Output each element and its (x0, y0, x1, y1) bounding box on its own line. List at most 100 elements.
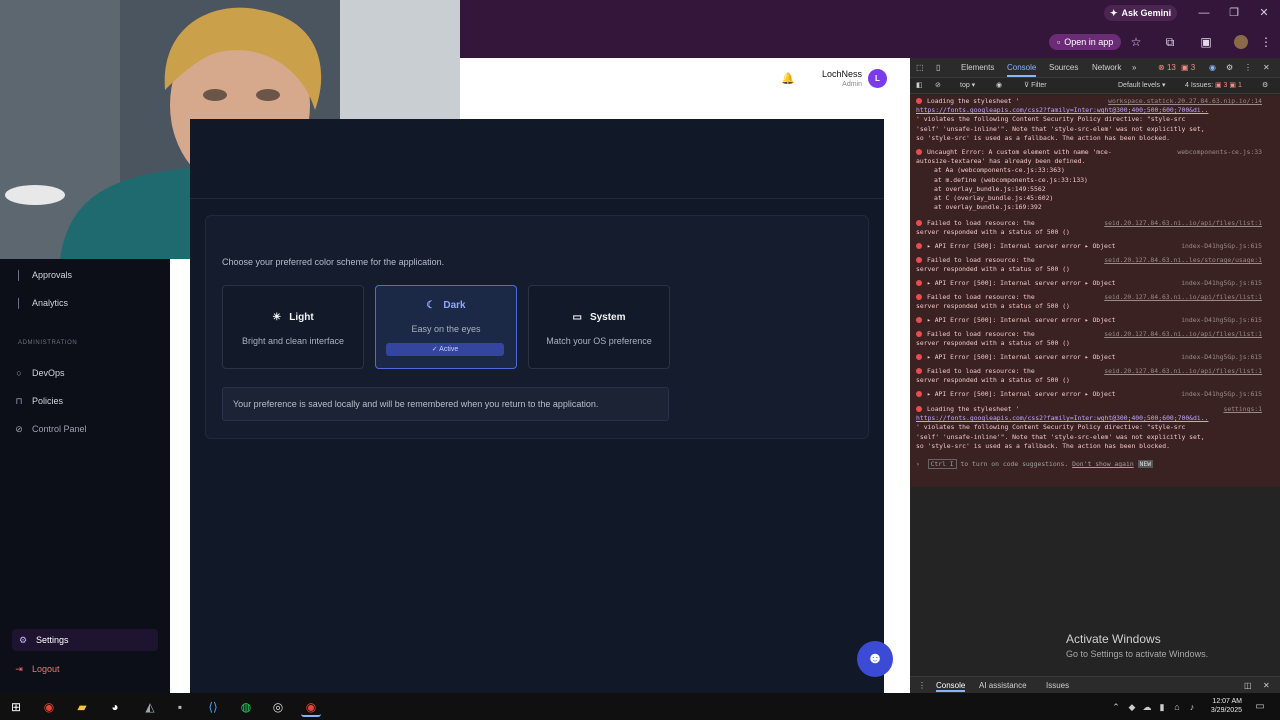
console-prompt[interactable]: › Ctrl I to turn on code suggestions. Do… (916, 459, 1154, 469)
logout-label: Logout (32, 664, 60, 674)
log-source-link[interactable]: index-D41hg5Gp.js:615 (1181, 390, 1262, 399)
app-icon[interactable]: ▪ (170, 697, 190, 717)
divider (190, 198, 884, 199)
log-source-link[interactable]: index-D41hg5Gp.js:615 (1181, 316, 1262, 325)
warning-count: 3 (1190, 63, 1196, 72)
log-source-link[interactable]: settings:1 (1224, 405, 1262, 414)
sidebar-toggle-icon[interactable]: ◧ (916, 81, 923, 89)
log-source-link[interactable]: index-D41hg5Gp.js:615 (1181, 242, 1262, 251)
extensions-icon[interactable]: ⧉ (1163, 35, 1177, 49)
vscode-icon[interactable]: ⟨⟩ (203, 697, 223, 717)
close-devtools-icon[interactable]: ✕ (1263, 63, 1270, 72)
obs-icon[interactable]: ◎ (268, 697, 288, 717)
log-source-link[interactable]: index-D41hg5Gp.js:615 (1181, 353, 1262, 362)
context-select[interactable]: top ▾ (960, 81, 975, 89)
theme-option-title: ☾ Dark (376, 300, 516, 311)
star-icon[interactable]: ☆ (1129, 35, 1143, 49)
sidepanel-icon[interactable]: ▣ (1199, 35, 1213, 49)
theme-option-subtitle: Bright and clean interface (241, 336, 345, 346)
sidebar-item-policies[interactable]: ⊓ Policies (14, 390, 63, 412)
ask-gemini-button[interactable]: ✦ Ask Gemini (1104, 5, 1178, 21)
system-clock[interactable]: 12:07 AM 3/29/2025 (1202, 697, 1242, 715)
more-options-icon[interactable]: ⋮ (1244, 63, 1252, 72)
theme-option-dark[interactable]: ☾ Dark Easy on the eyes (375, 285, 517, 369)
log-url[interactable]: https://fonts.googleapis.com/css2?family… (916, 414, 1262, 423)
log-text: ▸ API Error [500]: Internal server error… (927, 390, 1116, 398)
issues-errors: 3 (1223, 82, 1228, 89)
inspect-icon[interactable]: ⬚ (916, 63, 924, 72)
console-entry[interactable]: ▸ API Error [500]: Internal server error… (916, 390, 1262, 399)
file-explorer-icon[interactable]: ▰ (72, 697, 92, 717)
issues-label: 4 Issues: (1185, 82, 1215, 89)
restore-icon[interactable]: ❐ (1227, 6, 1241, 20)
volume-icon[interactable]: ♪ (1182, 697, 1202, 717)
page-background (460, 101, 910, 119)
log-source-link[interactable]: seid.20.127.84.63.ni..io/api/files/list:… (1104, 219, 1262, 228)
warning-counter[interactable]: ▣ 3 (1181, 63, 1195, 72)
settings-icon[interactable]: ⚙ (1226, 63, 1233, 72)
chrome-icon[interactable]: ◉ (39, 697, 59, 717)
log-source-link[interactable]: seid.20.127.84.63.ni..io/api/files/list:… (1104, 330, 1262, 339)
moon-icon: ☾ (426, 300, 436, 311)
logout-button[interactable]: ⇥ Logout (14, 658, 60, 680)
assistant-bot-button[interactable]: ☻ (857, 641, 893, 677)
log-text: server responded with a status of 500 () (916, 228, 1070, 237)
log-source-link[interactable]: seid.20.127.84.63.ni..io/api/files/list:… (1104, 293, 1262, 302)
bell-icon[interactable]: 🔔 (781, 72, 795, 85)
more-tabs-icon[interactable]: » (1132, 63, 1136, 72)
ai-icon[interactable]: ◉ (1209, 63, 1216, 72)
theme-option-system[interactable]: ▭ System Match your OS preference (528, 285, 670, 369)
theme-option-light[interactable]: ☀ Light Bright and clean interface (222, 285, 364, 369)
log-source-link[interactable]: seid.20.127.84.63.ni..io/api/files/list:… (1104, 367, 1262, 376)
error-counter[interactable]: ⊗ 13 (1158, 63, 1176, 72)
menu-dots-icon[interactable]: ⋮ (1259, 35, 1273, 49)
device-toggle-icon[interactable]: ▯ (936, 63, 940, 72)
stack-line: at overlay_bundle.js:169:392 (934, 203, 1042, 212)
sidebar-item-control-panel[interactable]: ⊘ Control Panel (14, 418, 86, 440)
issues-button[interactable]: 4 Issues: ▣ 3 ▣ 1 (1185, 81, 1242, 89)
drawer-tab-issues[interactable]: Issues (1046, 681, 1069, 690)
theme-option-subtitle: Easy on the eyes (411, 324, 481, 334)
spotify-icon[interactable]: ◍ (236, 697, 256, 717)
console-entry[interactable]: ▸ API Error [500]: Internal server error… (916, 316, 1262, 325)
sidebar-item-settings[interactable]: ⚙ Settings (12, 629, 158, 651)
open-in-app-button[interactable]: ▫ Open in app (1049, 34, 1122, 50)
drawer-menu-icon[interactable]: ⋮ (918, 681, 926, 690)
sidebar-item-analytics[interactable]: │ Analytics (14, 292, 68, 314)
log-source-link[interactable]: index-D41hg5Gp.js:615 (1181, 279, 1262, 288)
clear-console-icon[interactable]: ⊘ (935, 81, 941, 89)
log-source-link[interactable]: seid.20.127.84.63.ni..les/storage/usage:… (1104, 256, 1262, 265)
dock-icon[interactable]: ◫ (1244, 681, 1252, 690)
close-drawer-icon[interactable]: ✕ (1263, 681, 1270, 690)
tab-network[interactable]: Network (1092, 63, 1121, 72)
github-icon[interactable]: ◕ (105, 697, 125, 717)
log-url[interactable]: https://fonts.googleapis.com/css2?family… (916, 106, 1262, 115)
console-entry[interactable]: ▸ API Error [500]: Internal server error… (916, 242, 1262, 251)
log-source-link[interactable]: workspace.statick.20.27.84.63.nip.io/:14 (1108, 97, 1262, 106)
app-icon[interactable]: ◭ (140, 697, 160, 717)
windows-start-icon[interactable]: ⊞ (6, 697, 26, 717)
sidebar-item-devops[interactable]: ○ DevOps (14, 362, 64, 384)
tab-console[interactable]: Console (1007, 63, 1037, 77)
dismiss-link[interactable]: Don't show again (1072, 460, 1134, 468)
eye-icon[interactable]: ◉ (996, 81, 1002, 89)
profile-icon[interactable] (1234, 35, 1248, 49)
minimize-icon[interactable]: — (1197, 6, 1211, 20)
drawer-tab-console[interactable]: Console (936, 681, 966, 692)
drawer-tab-ai-assistance[interactable]: AI assistance (979, 681, 1027, 690)
console-settings-icon[interactable]: ⚙ (1262, 81, 1268, 89)
page-background (884, 101, 910, 693)
log-text: ' violates the following Content Securit… (916, 115, 1186, 124)
close-window-icon[interactable]: ✕ (1257, 6, 1271, 20)
console-entry[interactable]: ▸ API Error [500]: Internal server error… (916, 279, 1262, 288)
log-source-link[interactable]: webcomponents-ce.js:33 (1177, 148, 1262, 157)
tab-sources[interactable]: Sources (1049, 63, 1078, 72)
sidebar-item-approvals[interactable]: │ Approvals (14, 264, 72, 286)
tab-elements[interactable]: Elements (961, 63, 994, 72)
filter-input[interactable]: ⊽ Filter (1024, 81, 1047, 89)
chrome-active-icon[interactable]: ◉ (301, 697, 321, 717)
notifications-icon[interactable]: ▭ (1250, 697, 1270, 717)
levels-select[interactable]: Default levels ▾ (1118, 81, 1166, 89)
avatar[interactable]: L (868, 69, 887, 88)
console-entry[interactable]: ▸ API Error [500]: Internal server error… (916, 353, 1262, 362)
